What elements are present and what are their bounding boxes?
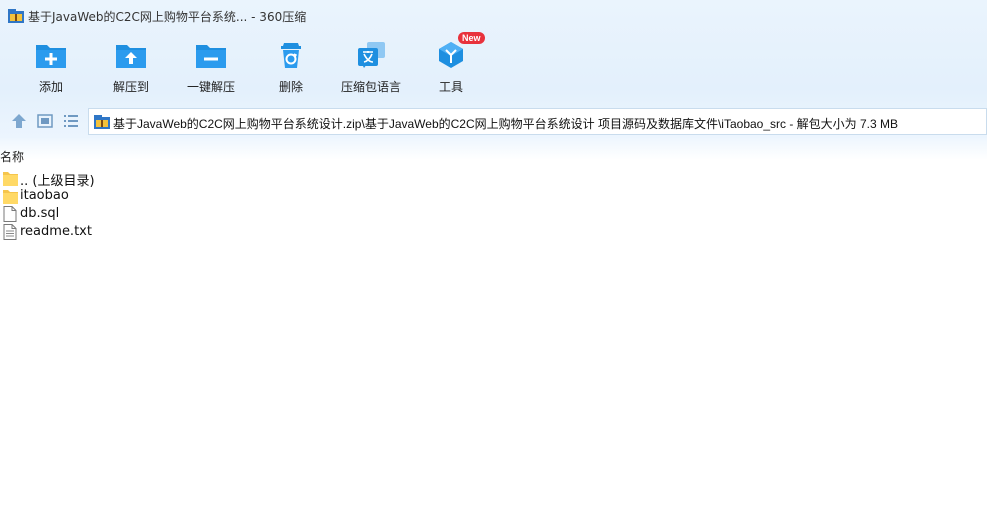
folder-plus-icon: [36, 45, 66, 68]
thumbnail-view-icon[interactable]: [36, 112, 54, 130]
tools-button[interactable]: New 工具: [411, 32, 491, 98]
folder-icon: [3, 172, 18, 186]
add-button[interactable]: 添加: [11, 36, 91, 98]
folder-minus-icon: [196, 45, 226, 68]
list-item[interactable]: itaobao: [0, 187, 987, 205]
item-name: db.sql: [20, 206, 60, 221]
archive-language-button[interactable]: 压缩包语言: [331, 36, 411, 98]
add-label: 添加: [38, 80, 63, 94]
title-bar: 基于JavaWeb的C2C网上购物平台系统... - 360压缩: [0, 0, 987, 30]
list-view-icon[interactable]: [62, 112, 80, 130]
file-list: .. (上级目录) itaobao db.sql readme.txt: [0, 169, 987, 241]
list-item[interactable]: db.sql: [0, 205, 987, 223]
file-icon: [3, 206, 17, 222]
archive-icon: [94, 115, 110, 129]
delete-button[interactable]: 删除: [251, 36, 331, 98]
navigation-bar: 基于JavaWeb的C2C网上购物平台系统设计.zip\基于JavaWeb的C2…: [0, 108, 987, 136]
recycle-bin-icon: [281, 43, 301, 68]
folder-icon: [3, 190, 18, 204]
up-arrow-icon[interactable]: [10, 112, 28, 130]
extract-to-button[interactable]: 解压到: [91, 36, 171, 98]
list-item[interactable]: readme.txt: [0, 223, 987, 241]
text-file-icon: [3, 224, 17, 240]
chrome-fade: [0, 138, 987, 160]
list-item[interactable]: .. (上级目录): [0, 169, 987, 189]
item-name: readme.txt: [20, 224, 92, 239]
address-path: 基于JavaWeb的C2C网上购物平台系统设计.zip\基于JavaWeb的C2…: [113, 117, 899, 131]
folder-extract-icon: [116, 45, 146, 68]
language-icon: [358, 42, 385, 68]
archive-icon: [8, 9, 24, 23]
main-toolbar: 添加 解压到 一键解压 删除 压缩包语言 New 工具: [0, 32, 520, 100]
tools-cube-icon: [439, 42, 463, 68]
one-click-extract-label: 一键解压: [186, 80, 235, 94]
extract-to-label: 解压到: [112, 80, 149, 94]
column-header-name[interactable]: 名称: [0, 148, 24, 165]
window-title: 基于JavaWeb的C2C网上购物平台系统... - 360压缩: [28, 10, 307, 24]
delete-label: 删除: [278, 80, 303, 94]
item-name: itaobao: [20, 188, 69, 203]
one-click-extract-button[interactable]: 一键解压: [171, 36, 251, 98]
new-badge: New: [458, 32, 485, 44]
tools-label: 工具: [438, 80, 463, 94]
address-bar[interactable]: 基于JavaWeb的C2C网上购物平台系统设计.zip\基于JavaWeb的C2…: [88, 108, 987, 135]
archive-language-label: 压缩包语言: [340, 80, 401, 94]
